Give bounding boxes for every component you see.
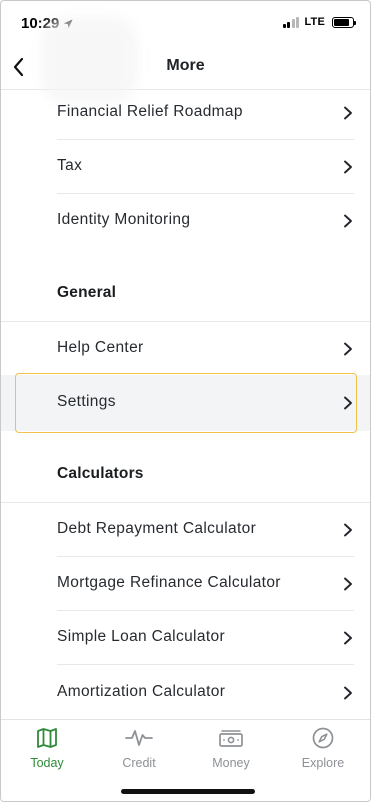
status-indicators: LTE xyxy=(282,16,356,28)
page-title: More xyxy=(166,57,205,74)
pulse-icon xyxy=(125,730,153,746)
phone-frame: 10:29 LTE More Financial Relief Roadmap xyxy=(0,0,371,802)
tab-credit[interactable]: Credit xyxy=(93,726,185,776)
chevron-right-icon xyxy=(344,160,352,174)
tab-label: Credit xyxy=(122,756,156,770)
chevron-right-icon xyxy=(344,577,352,591)
menu-item-settings[interactable]: Settings xyxy=(1,375,370,431)
battery-icon xyxy=(332,16,356,28)
nav-header: More xyxy=(1,17,370,103)
tab-label: Today xyxy=(30,756,64,770)
menu-item-help-center[interactable]: Help Center xyxy=(1,321,370,376)
chevron-right-icon xyxy=(344,523,352,537)
menu-item-simple-loan-calculator[interactable]: Simple Loan Calculator xyxy=(1,611,370,665)
chevron-right-icon xyxy=(344,342,352,356)
menu-item-mortgage-refinance-calculator[interactable]: Mortgage Refinance Calculator xyxy=(1,557,370,611)
chevron-right-icon xyxy=(344,396,352,410)
tab-today[interactable]: Today xyxy=(1,726,93,776)
cellular-signal-icon xyxy=(282,16,300,28)
menu-item-label: Help Center xyxy=(57,339,144,356)
home-indicator[interactable] xyxy=(121,789,255,794)
menu-item-label: Amortization Calculator xyxy=(57,683,226,700)
menu-item-identity-monitoring[interactable]: Identity Monitoring xyxy=(1,194,370,248)
menu-item-label: Tax xyxy=(57,157,83,174)
menu-item-label: Debt Repayment Calculator xyxy=(57,520,257,537)
menu-item-label: Simple Loan Calculator xyxy=(57,628,225,645)
chevron-right-icon xyxy=(344,106,352,120)
section-header-calculators: Calculators xyxy=(57,465,144,482)
section-header-general: General xyxy=(57,284,117,301)
menu-item-amortization-calculator[interactable]: Amortization Calculator xyxy=(1,666,370,719)
menu-item-debt-repayment-calculator[interactable]: Debt Repayment Calculator xyxy=(1,502,370,557)
network-type: LTE xyxy=(304,16,325,28)
menu-item-label: Mortgage Refinance Calculator xyxy=(57,574,281,591)
tab-label: Money xyxy=(212,756,250,770)
tab-explore[interactable]: Explore xyxy=(277,726,369,776)
tab-money[interactable]: Money xyxy=(185,726,277,776)
more-menu-list[interactable]: Financial Relief Roadmap Tax Identity Mo… xyxy=(1,86,370,719)
menu-item-financial-relief-roadmap[interactable]: Financial Relief Roadmap xyxy=(1,86,370,140)
menu-item-tax[interactable]: Tax xyxy=(1,140,370,194)
menu-item-label: Financial Relief Roadmap xyxy=(57,103,243,120)
tab-label: Explore xyxy=(301,756,345,770)
chevron-right-icon xyxy=(344,214,352,228)
menu-item-label: Settings xyxy=(57,393,116,410)
menu-item-label: Identity Monitoring xyxy=(57,211,191,228)
compass-icon xyxy=(312,727,334,749)
chevron-right-icon xyxy=(344,631,352,645)
chevron-right-icon xyxy=(344,686,352,700)
map-icon xyxy=(37,728,57,748)
divider xyxy=(57,664,354,665)
cash-icon xyxy=(219,730,243,747)
